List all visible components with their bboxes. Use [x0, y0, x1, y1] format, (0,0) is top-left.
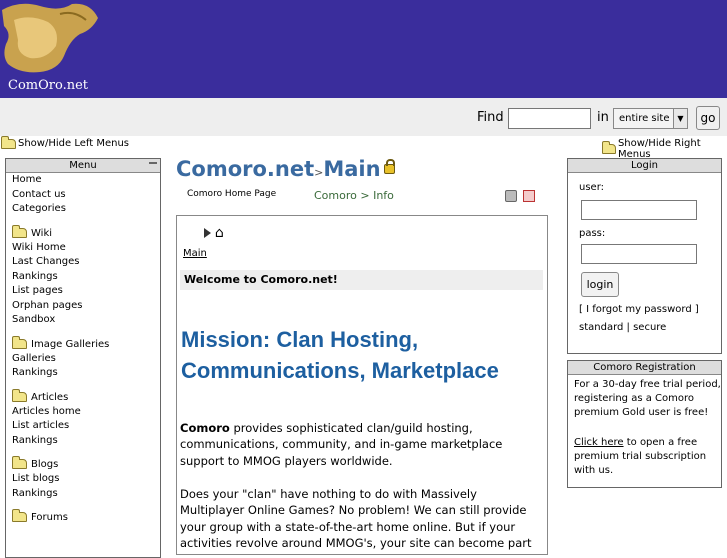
toggle-right-menus[interactable]: Show/Hide Right Menus — [602, 138, 727, 160]
section-title: Articles — [31, 391, 69, 403]
site-header: ComOro.net — [0, 0, 727, 98]
comoro-bold: Comoro — [180, 421, 230, 435]
section-title: Forums — [31, 512, 68, 523]
left-menu: Menu Home Contact us Categories Wiki Wik… — [5, 158, 161, 558]
in-label: in — [597, 110, 609, 125]
menu-item-home[interactable]: Home — [6, 173, 160, 188]
title-site-link[interactable]: Comoro.net — [176, 157, 314, 181]
page-title: Comoro.net>Main — [176, 157, 395, 181]
menu-title: Menu — [69, 160, 97, 171]
menu-item-galleries[interactable]: Galleries — [6, 352, 160, 367]
menu-item-list-articles[interactable]: List articles — [6, 419, 160, 434]
collapse-icon[interactable] — [149, 160, 157, 164]
menu-item-gallery-rankings[interactable]: Rankings — [6, 366, 160, 381]
mission-heading: Mission: Clan Hosting, Communications, M… — [181, 327, 499, 383]
print-icon[interactable] — [505, 190, 517, 202]
folder-icon — [12, 509, 27, 522]
toggle-left-menus[interactable]: Show/Hide Left Menus — [1, 135, 129, 149]
title-separator: > — [314, 166, 324, 179]
section-title: Wiki — [31, 227, 53, 239]
main-link[interactable]: Main — [183, 248, 207, 259]
section-title: Image Galleries — [31, 338, 110, 350]
welcome-heading: Welcome to Comoro.net! — [180, 270, 543, 290]
toggle-right-label: Show/Hide Right Menus — [617, 138, 701, 160]
registration-text: For a 30-day free trial period, register… — [574, 379, 721, 418]
folder-icon — [12, 388, 27, 402]
menu-item-wiki-home[interactable]: Wiki Home — [6, 241, 160, 256]
site-logo[interactable]: ComOro.net — [0, 0, 100, 98]
menu-section-image-galleries[interactable]: Image Galleries — [6, 335, 160, 352]
forgot-password-link[interactable]: [ I forgot my password ] — [579, 304, 699, 315]
section-title: Blogs — [31, 459, 59, 470]
search-scope-select[interactable]: entire site ▼ — [613, 108, 688, 129]
user-label: user: — [579, 182, 605, 193]
folder-icon — [12, 456, 27, 469]
horse-logo-icon — [2, 3, 98, 73]
menu-item-orphan-pages[interactable]: Orphan pages — [6, 299, 160, 314]
page-content: ⌂ Main Welcome to Comoro.net! Mission: C… — [176, 215, 548, 555]
menu-item-sandbox[interactable]: Sandbox — [6, 313, 160, 328]
login-header: Login — [568, 159, 721, 173]
menu-section-forums[interactable]: Forums — [6, 509, 160, 525]
folder-icon — [1, 135, 16, 149]
registration-header: Comoro Registration — [568, 361, 721, 375]
menu-item-contact-us[interactable]: Contact us — [6, 188, 160, 203]
menu-section-blogs[interactable]: Blogs — [6, 456, 160, 472]
menu-item-articles-home[interactable]: Articles home — [6, 405, 160, 420]
menu-item-list-blogs[interactable]: List blogs — [6, 472, 160, 487]
menu-section-wiki[interactable]: Wiki — [6, 224, 160, 241]
play-icon[interactable] — [204, 228, 211, 238]
go-button[interactable]: go — [696, 106, 720, 130]
login-box: Login user: pass: login [ I forgot my pa… — [567, 158, 722, 354]
click-here-link[interactable]: Click here — [574, 437, 624, 448]
home-icon[interactable]: ⌂ — [215, 225, 224, 241]
password-input[interactable] — [581, 244, 697, 264]
page-description: Comoro Home Page — [187, 189, 277, 199]
menu-item-last-changes[interactable]: Last Changes — [6, 255, 160, 270]
folder-icon — [12, 224, 27, 238]
menu-item-article-rankings[interactable]: Rankings — [6, 434, 160, 449]
folder-icon — [12, 335, 27, 349]
lock-icon — [383, 159, 395, 174]
menu-header: Menu — [6, 159, 160, 173]
intro-paragraph: Comoro provides sophisticated clan/guild… — [180, 420, 543, 469]
registration-cta: Click here to open a free premium trial … — [574, 436, 721, 478]
username-input[interactable] — [581, 200, 697, 220]
registration-box: Comoro Registration For a 30-day free tr… — [567, 360, 722, 488]
pass-label: pass: — [579, 228, 606, 239]
dropdown-arrow-icon: ▼ — [673, 109, 687, 128]
login-button[interactable]: login — [581, 272, 619, 297]
menu-item-wiki-rankings[interactable]: Rankings — [6, 270, 160, 285]
logo-text: ComOro.net — [8, 78, 88, 93]
pdf-icon[interactable] — [523, 190, 535, 202]
search-input[interactable] — [508, 108, 591, 129]
standard-secure-links[interactable]: standard | secure — [579, 322, 666, 333]
toggle-left-label: Show/Hide Left Menus — [18, 138, 129, 149]
menu-item-categories[interactable]: Categories — [6, 202, 160, 217]
nav-icons: ⌂ — [204, 225, 224, 241]
menu-section-articles[interactable]: Articles — [6, 388, 160, 405]
folder-icon — [602, 141, 616, 154]
find-label: Find — [477, 110, 504, 125]
menu-item-blog-rankings[interactable]: Rankings — [6, 487, 160, 502]
breadcrumb[interactable]: Comoro > Info — [314, 189, 394, 202]
search-scope-value: entire site — [619, 113, 670, 124]
menu-item-list-pages[interactable]: List pages — [6, 284, 160, 299]
title-page-link[interactable]: Main — [323, 157, 380, 181]
